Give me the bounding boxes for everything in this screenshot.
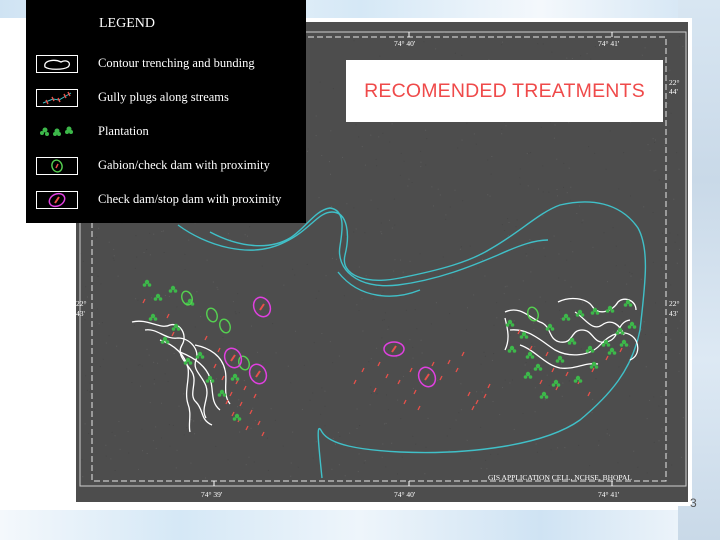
legend-label: Contour trenching and bunding <box>98 56 255 70</box>
coord-label-top-1: 74° 40' <box>394 39 416 48</box>
map-title-box: RECOMENDED TREATMENTS <box>346 60 663 122</box>
map-credit: GIS APPLICATION CELL, NCHSE, BHOPAL <box>488 473 632 482</box>
legend-label: Gabion/check dam with proximity <box>98 158 270 172</box>
legend-item-gully-plug: Gully plugs along streams <box>26 89 306 115</box>
coord-label-right-min-top: 44' <box>669 87 679 96</box>
legend-item-contour: Contour trenching and bunding <box>26 55 306 81</box>
page-number: 3 <box>690 496 697 510</box>
check-dam-icon <box>36 191 78 209</box>
coord-label-bottom-2: 74° 40' <box>394 490 416 499</box>
coord-label-bottom-1: 74° 39' <box>201 490 223 499</box>
legend-panel: LEGEND Contour trenching and bunding Gul… <box>26 0 306 223</box>
legend-item-gabion: Gabion/check dam with proximity <box>26 157 306 183</box>
gully-plug-icon <box>36 89 78 107</box>
coord-label-left-deg: 22° <box>76 299 87 308</box>
contour-icon <box>36 55 78 73</box>
coord-label-left-min: 43' <box>76 309 86 318</box>
legend-title: LEGEND <box>99 16 155 31</box>
coord-label-top-2: 74° 41' <box>598 39 620 48</box>
coord-label-right-deg-mid: 22° <box>669 299 680 308</box>
legend-item-check-dam: Check dam/stop dam with proximity <box>26 191 306 217</box>
map-title: RECOMENDED TREATMENTS <box>364 79 645 102</box>
legend-item-plantation: Plantation <box>26 123 306 149</box>
coord-label-right-deg-top: 22° <box>669 78 680 87</box>
legend-label: Check dam/stop dam with proximity <box>98 192 282 206</box>
legend-label: Plantation <box>98 124 149 138</box>
legend-label: Gully plugs along streams <box>98 90 229 104</box>
gabion-icon <box>36 157 78 175</box>
plantation-icon <box>36 123 78 141</box>
coord-label-right-min-mid: 43' <box>669 309 679 318</box>
coord-label-bottom-3: 74° 41' <box>598 490 620 499</box>
